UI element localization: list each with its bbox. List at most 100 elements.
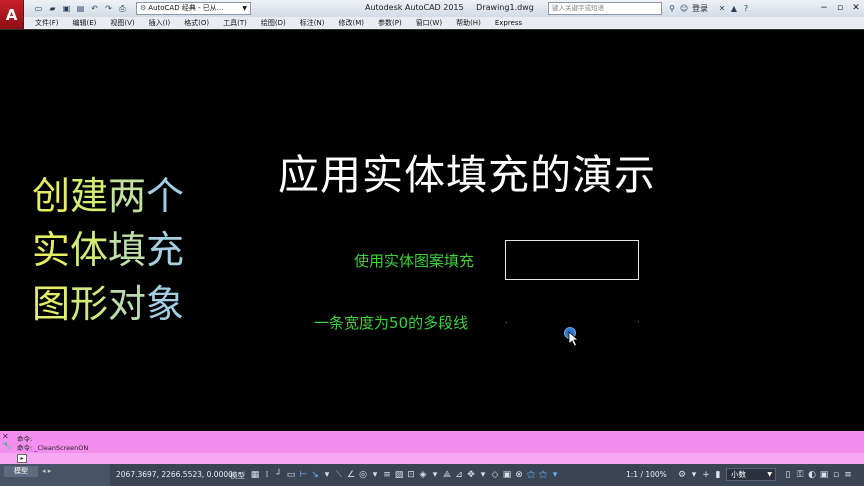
layout-tabs-nav: ◂ ▸ — [42, 467, 51, 475]
menu-file[interactable]: 文件(F) — [35, 18, 59, 28]
units-select[interactable]: 小数 ▼ — [726, 468, 776, 481]
model-space-button[interactable]: 模型 — [230, 470, 245, 481]
units-value: 小数 — [731, 470, 746, 479]
wrench-icon[interactable]: 🔧 — [2, 441, 13, 451]
help-icon[interactable]: ? — [740, 4, 752, 13]
cube-icon[interactable]: ▣ — [501, 468, 513, 482]
side-char: 填 — [108, 228, 147, 272]
polar-dropdown-icon[interactable]: ▾ — [321, 468, 333, 482]
side-char: 个 — [146, 174, 185, 218]
tab-model[interactable]: 模型 — [4, 466, 38, 477]
gizmo-dropdown-icon[interactable]: ▾ — [477, 468, 489, 482]
clean-screen-icon[interactable]: ▫ — [830, 468, 842, 482]
minimize-icon[interactable]: − — [816, 0, 832, 17]
object-snap-tracking-icon[interactable]: ∠ — [345, 468, 357, 482]
command-prompt-icon[interactable]: ▸ — [17, 454, 27, 463]
menu-express[interactable]: Express — [495, 19, 522, 27]
graphics-performance-icon[interactable]: ▣ — [818, 468, 830, 482]
object-snap-icon[interactable]: ◎ — [357, 468, 369, 482]
workspace-tools: ⚙ ▾ + ▮ — [676, 468, 724, 482]
annotation-visibility-icon[interactable]: ⊗ — [513, 468, 525, 482]
new-file-icon[interactable]: ▭ — [33, 3, 44, 14]
undo-icon[interactable]: ↶ — [89, 3, 100, 14]
lock-ui-icon[interactable]: ⚿ — [794, 468, 806, 482]
save-icon[interactable]: ▣ — [61, 3, 72, 14]
menu-window[interactable]: 窗口(W) — [416, 18, 442, 28]
menu-modify[interactable]: 修改(M) — [338, 18, 364, 28]
polyline-end-point[interactable] — [638, 321, 639, 322]
window-title: Autodesk AutoCAD 2015 Drawing1.dwg — [365, 3, 544, 12]
workspace-select[interactable]: ⚙ AutoCAD 经典 - 已从... ▼ — [136, 2, 251, 15]
close-icon[interactable]: ✕ — [2, 433, 13, 441]
a360-icon[interactable]: ▲ — [728, 4, 740, 13]
chevron-right-icon[interactable]: ▸ — [48, 467, 52, 475]
menu-tools[interactable]: 工具(T) — [223, 18, 247, 28]
ortho-icon[interactable]: ⊢ — [297, 468, 309, 482]
plus-icon[interactable]: + — [700, 468, 712, 482]
annotation-monitor-icon[interactable]: ▮ — [712, 468, 724, 482]
command-input[interactable] — [31, 454, 331, 463]
infer-constraints-icon[interactable]: ┘ — [273, 468, 285, 482]
command-input-row: ▸ — [0, 453, 864, 464]
side-char: 图 — [32, 282, 71, 326]
side-caption: 创建两个 实体填充 图形对象 — [32, 169, 184, 331]
binoculars-icon[interactable]: ⚲ — [666, 4, 678, 13]
product-name: Autodesk AutoCAD 2015 — [365, 3, 464, 12]
gizmo-icon[interactable]: ✥ — [465, 468, 477, 482]
selection-filter-icon[interactable]: ⊿ — [453, 468, 465, 482]
polar-tracking-icon[interactable]: ↘ — [309, 468, 321, 482]
user-icon[interactable]: ☺ — [678, 4, 690, 13]
autocad-logo-icon: A — [5, 5, 18, 24]
side-caption-line-1: 创建两个 — [32, 169, 184, 223]
login-button[interactable]: 登录 — [692, 3, 708, 14]
quick-access-toolbar: ▭ ▰ ▣ ▤ ↶ ↷ ⎙ — [30, 3, 128, 14]
window-controls: − ▫ ✕ — [816, 0, 864, 17]
menu-insert[interactable]: 插入(I) — [149, 18, 171, 28]
close-icon[interactable]: ✕ — [848, 0, 864, 17]
status-bar: 模型 ◂ ▸ 2067.3697, 2266.5523, 0.0000 模型 ▦… — [0, 464, 864, 486]
grid-icon[interactable]: ▦ — [249, 468, 261, 482]
3d-osnap-icon[interactable]: ◈ — [417, 468, 429, 482]
menu-edit[interactable]: 编辑(E) — [73, 18, 97, 28]
workspace-switch-icon[interactable]: ⚙ — [676, 468, 688, 482]
snap-icon[interactable]: ⁞ — [261, 468, 273, 482]
lineweight-icon[interactable]: ≡ — [381, 468, 393, 482]
annotation-scale-icon[interactable]: ⚝ — [525, 468, 537, 482]
exchange-icon[interactable]: ✕ — [716, 4, 728, 13]
open-file-icon[interactable]: ▰ — [47, 3, 58, 14]
menu-draw[interactable]: 绘图(D) — [261, 18, 286, 28]
drawing-canvas[interactable]: 应用实体填充的演示 创建两个 实体填充 图形对象 使用实体图案填充 一条宽度为5… — [0, 29, 864, 431]
hatch-label-text: 使用实体图案填充 — [354, 252, 475, 270]
isodraft-icon[interactable]: ⟍ — [333, 468, 345, 482]
search-input[interactable]: 键入关键字或短语 — [548, 2, 662, 15]
application-menu-button[interactable]: A — [0, 0, 24, 29]
workspace-dropdown-icon[interactable]: ▾ — [688, 468, 700, 482]
dynamic-ucs-icon[interactable]: ⟁ — [441, 468, 453, 482]
menu-bar: 文件(F) 编辑(E) 视图(V) 插入(I) 格式(O) 工具(T) 绘图(D… — [24, 17, 864, 29]
save-as-icon[interactable]: ▤ — [75, 3, 86, 14]
redo-icon[interactable]: ↷ — [103, 3, 114, 14]
auto-scale-icon[interactable]: ⚝ — [537, 468, 549, 482]
3d-osnap-dropdown-icon[interactable]: ▾ — [429, 468, 441, 482]
quick-properties-icon[interactable]: ▯ — [782, 468, 794, 482]
menu-help[interactable]: 帮助(H) — [456, 18, 481, 28]
annotation-scale-label[interactable]: 1:1 / 100% — [626, 470, 667, 479]
transparency-icon[interactable]: ▨ — [393, 468, 405, 482]
hatch-boundary-rectangle[interactable] — [505, 240, 639, 280]
selection-cycling-icon[interactable]: ⊡ — [405, 468, 417, 482]
polyline-start-point[interactable] — [506, 322, 507, 323]
snap-dropdown-icon[interactable]: ▾ — [369, 468, 381, 482]
coordinate-readout[interactable]: 2067.3697, 2266.5523, 0.0000 — [116, 470, 233, 479]
menu-parametric[interactable]: 参数(P) — [378, 18, 402, 28]
menu-dimension[interactable]: 标注(N) — [300, 18, 325, 28]
restore-icon[interactable]: ▫ — [832, 0, 848, 17]
menu-format[interactable]: 格式(O) — [184, 18, 209, 28]
dynamic-input-icon[interactable]: ▭ — [285, 468, 297, 482]
isolate-objects-icon[interactable]: ◐ — [806, 468, 818, 482]
chevron-left-icon[interactable]: ◂ — [42, 467, 46, 475]
plot-icon[interactable]: ⎙ — [117, 3, 128, 14]
annotation-dropdown-icon[interactable]: ▾ — [549, 468, 561, 482]
viewport-box-icon[interactable]: ◇ — [489, 468, 501, 482]
menu-view[interactable]: 视图(V) — [110, 18, 134, 28]
customization-icon[interactable]: ≡ — [842, 468, 854, 482]
